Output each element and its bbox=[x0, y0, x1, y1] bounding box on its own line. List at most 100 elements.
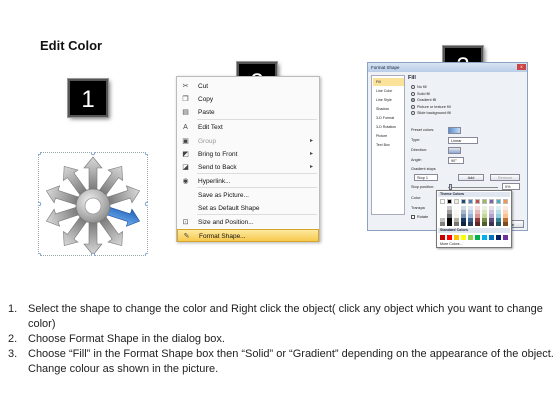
instruction-number: 3. bbox=[8, 348, 18, 360]
preset-colors-dropdown[interactable] bbox=[448, 127, 461, 134]
fill-option-label: Solid fill bbox=[417, 91, 431, 96]
direction-dropdown[interactable] bbox=[448, 147, 461, 154]
instruction-text: Select the shape to change the color and… bbox=[28, 303, 543, 330]
color-swatch[interactable] bbox=[482, 222, 487, 226]
stop-position-slider[interactable] bbox=[448, 187, 498, 188]
menu-item-save-as-picture[interactable]: Save as Picture... bbox=[177, 189, 319, 202]
rotate-checkbox[interactable]: Rotate bbox=[411, 215, 428, 219]
color-swatch[interactable] bbox=[468, 199, 473, 204]
category-line-color[interactable]: Line Color bbox=[373, 87, 404, 95]
angle-input[interactable]: 90° bbox=[448, 157, 464, 164]
radio-icon bbox=[411, 85, 415, 89]
color-swatch[interactable] bbox=[475, 199, 480, 204]
fill-option-gradient-fill[interactable]: Gradient fill bbox=[411, 98, 436, 102]
menu-item-copy[interactable]: ❐ Copy bbox=[177, 93, 319, 106]
instruction-number: 1. bbox=[8, 303, 18, 315]
menu-item-label: Edit Text bbox=[198, 124, 223, 131]
color-swatch[interactable] bbox=[489, 222, 494, 226]
close-icon[interactable]: x bbox=[517, 64, 526, 70]
fill-option-solid-fill[interactable]: Solid fill bbox=[411, 91, 431, 96]
menu-item-label: Save as Picture... bbox=[198, 192, 249, 199]
menu-item-label: Set as Default Shape bbox=[198, 205, 260, 212]
color-swatch[interactable] bbox=[468, 222, 473, 226]
color-swatch[interactable] bbox=[440, 199, 445, 204]
menu-item-label: Size and Position... bbox=[198, 219, 254, 226]
color-swatch[interactable] bbox=[454, 222, 459, 226]
category-shadow[interactable]: Shadow bbox=[373, 105, 404, 113]
gradient-stops-label: Gradient stops bbox=[411, 167, 436, 171]
edit-text-icon: A bbox=[183, 124, 188, 131]
category-text-box[interactable]: Text Box bbox=[373, 141, 404, 149]
standard-colors-heading: Standard Colors bbox=[438, 228, 510, 233]
category-line-style[interactable]: Line Style bbox=[373, 96, 404, 104]
arrow-spoke bbox=[83, 156, 103, 191]
category-3-d-format[interactable]: 3-D Format bbox=[373, 114, 404, 122]
transparency-label: Transpa bbox=[411, 206, 425, 210]
color-swatch[interactable] bbox=[496, 199, 501, 204]
standard-color-swatch[interactable] bbox=[440, 235, 445, 240]
standard-color-swatch[interactable] bbox=[489, 235, 494, 240]
category-list: Fill Line Color Line Style Shadow 3-D Format… bbox=[371, 75, 405, 215]
radio-icon bbox=[411, 98, 415, 102]
standard-color-swatch[interactable] bbox=[468, 235, 473, 240]
menu-item-label: Send to Back bbox=[198, 164, 237, 171]
menu-item-cut[interactable]: ✂ Cut bbox=[177, 80, 319, 93]
color-swatch[interactable] bbox=[489, 199, 494, 204]
resize-handle bbox=[90, 152, 96, 156]
instruction-item: 2. Choose Format Shape in the dialog box. bbox=[6, 332, 554, 347]
stop-position-input[interactable]: 0% bbox=[502, 183, 520, 190]
color-swatch[interactable] bbox=[447, 222, 452, 226]
menu-item-format-shape[interactable]: ✎ Format Shape... bbox=[177, 229, 319, 242]
menu-item-label: Cut bbox=[198, 83, 209, 90]
color-swatch[interactable] bbox=[440, 222, 445, 226]
menu-item-bring-to-front[interactable]: ◩ Bring to Front ▸ bbox=[177, 148, 319, 161]
hyperlink-icon: ◉ bbox=[182, 178, 189, 185]
standard-color-swatch[interactable] bbox=[461, 235, 466, 240]
color-swatch[interactable] bbox=[454, 199, 459, 204]
context-menu: ✂ Cut ❐ Copy ▤ Paste A Edit Text ▣ Group ▸ ◩ Bring t… bbox=[176, 76, 320, 242]
standard-color-swatch[interactable] bbox=[454, 235, 459, 240]
size-position-icon: ⊡ bbox=[182, 219, 189, 226]
standard-color-swatch[interactable] bbox=[503, 235, 508, 240]
color-swatch[interactable] bbox=[503, 222, 508, 226]
color-swatch[interactable] bbox=[482, 199, 487, 204]
menu-item-label: Bring to Front bbox=[198, 151, 238, 158]
gradient-stop-dropdown[interactable]: Stop 1 bbox=[414, 174, 438, 181]
category-picture[interactable]: Picture bbox=[373, 132, 404, 140]
category-3-d-rotation[interactable]: 3-D Rotation bbox=[373, 123, 404, 131]
radio-icon bbox=[411, 104, 415, 109]
instruction-text: Choose “Fill” in the Format Shape box th… bbox=[28, 348, 554, 375]
more-colors-link[interactable]: More Colors... bbox=[440, 242, 463, 246]
standard-color-swatch[interactable] bbox=[482, 235, 487, 240]
fill-option-picture-or-texture-fill[interactable]: Picture or texture fill bbox=[411, 104, 451, 109]
resize-handle bbox=[38, 152, 42, 156]
standard-color-swatch[interactable] bbox=[496, 235, 501, 240]
remove-stop-button[interactable]: Remove bbox=[490, 174, 520, 181]
category-fill[interactable]: Fill bbox=[373, 78, 404, 86]
standard-color-swatch[interactable] bbox=[475, 235, 480, 240]
menu-item-size-and-position[interactable]: ⊡ Size and Position... bbox=[177, 216, 319, 229]
fill-option-slide-background-fill[interactable]: Slide background fill bbox=[411, 111, 451, 115]
resize-handle bbox=[38, 201, 42, 207]
color-swatch[interactable] bbox=[461, 199, 466, 204]
menu-item-paste[interactable]: ▤ Paste bbox=[177, 106, 319, 119]
add-stop-button[interactable]: Add bbox=[458, 174, 484, 181]
radial-arrows-shape[interactable] bbox=[38, 152, 148, 256]
menu-item-label: Paste bbox=[198, 109, 215, 116]
color-swatch[interactable] bbox=[475, 222, 480, 226]
resize-handle bbox=[144, 152, 148, 156]
copy-icon: ❐ bbox=[182, 96, 189, 103]
menu-item-group[interactable]: ▣ Group ▸ bbox=[177, 135, 319, 148]
color-swatch[interactable] bbox=[503, 199, 508, 204]
color-swatch[interactable] bbox=[447, 199, 452, 204]
arrow-spoke bbox=[83, 221, 103, 256]
preset-colors-label: Preset colors: bbox=[411, 128, 435, 132]
fill-option-no-fill[interactable]: No fill bbox=[411, 85, 427, 89]
standard-color-swatch[interactable] bbox=[447, 235, 452, 240]
format-shape-icon: ✎ bbox=[183, 233, 190, 240]
send-to-back-icon: ◪ bbox=[182, 164, 189, 171]
type-dropdown[interactable]: Linear bbox=[448, 137, 478, 144]
color-swatch[interactable] bbox=[461, 222, 466, 226]
menu-item-edit-text[interactable]: A Edit Text bbox=[177, 121, 319, 134]
color-swatch[interactable] bbox=[496, 222, 501, 226]
